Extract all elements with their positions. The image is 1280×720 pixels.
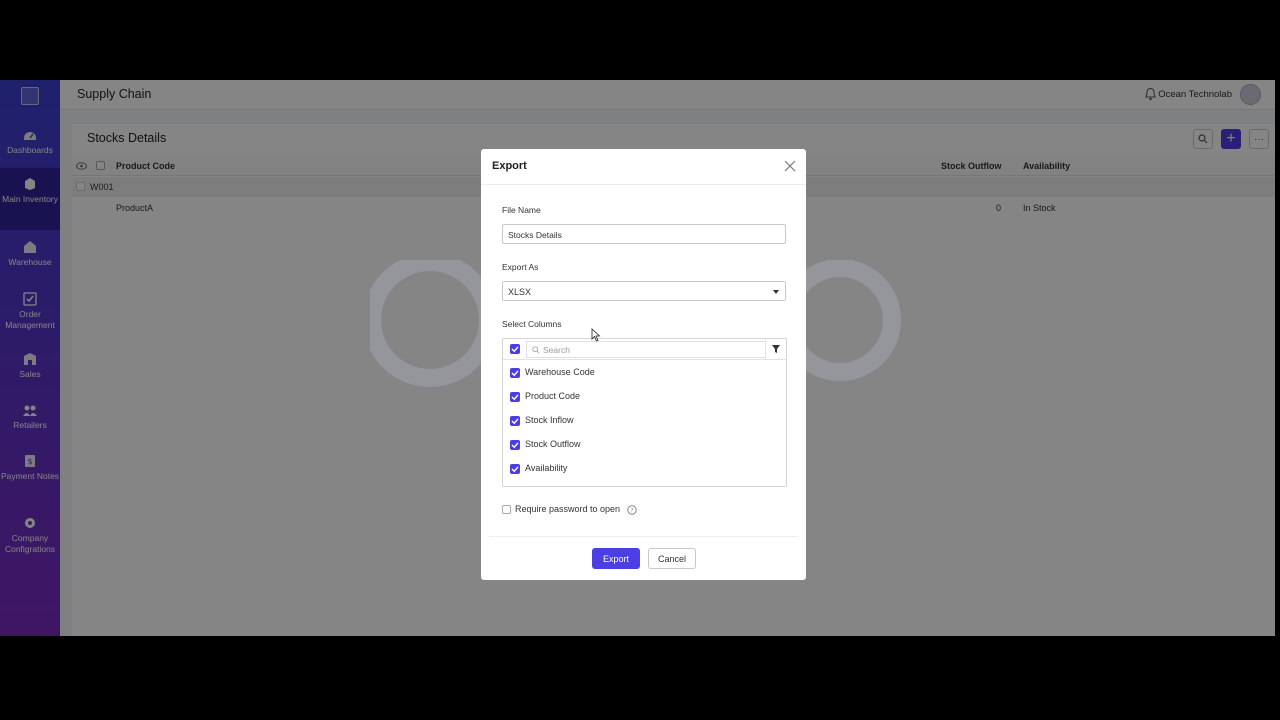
require-password-label: Require password to open bbox=[515, 504, 621, 514]
app-frame: Dashboards Main Inventory Warehouse Orde… bbox=[0, 80, 1275, 636]
select-columns-label: Select Columns bbox=[502, 319, 562, 329]
export-format-select[interactable]: XLSX bbox=[502, 281, 786, 301]
search-placeholder: Search bbox=[543, 345, 570, 355]
columns-list: Search Warehouse Code Product Code Stock… bbox=[502, 338, 787, 487]
export-dialog: Export File Name Stocks Details Export A… bbox=[481, 149, 806, 580]
checkbox-checked[interactable] bbox=[510, 464, 520, 474]
column-option-label: Stock Inflow bbox=[525, 415, 574, 425]
dialog-divider bbox=[489, 536, 798, 537]
export-as-label: Export As bbox=[502, 262, 539, 272]
select-all-columns-checkbox[interactable] bbox=[510, 344, 520, 354]
column-option-label: Warehouse Code bbox=[525, 367, 595, 377]
dialog-header: Export bbox=[481, 149, 806, 185]
filter-icon bbox=[772, 345, 780, 353]
search-icon bbox=[532, 346, 540, 354]
checkbox-checked[interactable] bbox=[510, 416, 520, 426]
chevron-down-icon bbox=[773, 290, 779, 294]
checkbox-checked[interactable] bbox=[510, 440, 520, 450]
export-button[interactable]: Export bbox=[592, 548, 640, 569]
file-name-label: File Name bbox=[502, 205, 541, 215]
column-option-stock-outflow[interactable]: Stock Outflow bbox=[503, 433, 786, 457]
require-password-checkbox[interactable] bbox=[502, 505, 511, 514]
column-option-label: Stock Outflow bbox=[525, 439, 581, 449]
mouse-cursor-icon bbox=[591, 328, 601, 342]
checkbox-checked[interactable] bbox=[510, 368, 520, 378]
filter-button[interactable] bbox=[765, 339, 786, 359]
file-name-field[interactable]: Stocks Details bbox=[502, 224, 786, 244]
help-icon[interactable]: ? bbox=[627, 505, 637, 515]
columns-search-input[interactable]: Search bbox=[526, 341, 766, 358]
columns-search-row: Search bbox=[503, 339, 786, 360]
close-icon[interactable] bbox=[784, 160, 796, 172]
column-option-stock-inflow[interactable]: Stock Inflow bbox=[503, 409, 786, 433]
cancel-button[interactable]: Cancel bbox=[648, 548, 696, 569]
column-option-warehouse-code[interactable]: Warehouse Code bbox=[503, 361, 786, 385]
checkbox-checked[interactable] bbox=[510, 392, 520, 402]
column-option-label: Availability bbox=[525, 463, 568, 473]
column-option-availability[interactable]: Availability bbox=[503, 457, 786, 481]
column-option-label: Product Code bbox=[525, 391, 581, 401]
column-option-product-code[interactable]: Product Code bbox=[503, 385, 786, 409]
export-format-value: XLSX bbox=[508, 287, 532, 297]
svg-text:?: ? bbox=[630, 507, 633, 515]
file-name-value: Stocks Details bbox=[508, 230, 562, 240]
dialog-title: Export bbox=[492, 160, 527, 172]
